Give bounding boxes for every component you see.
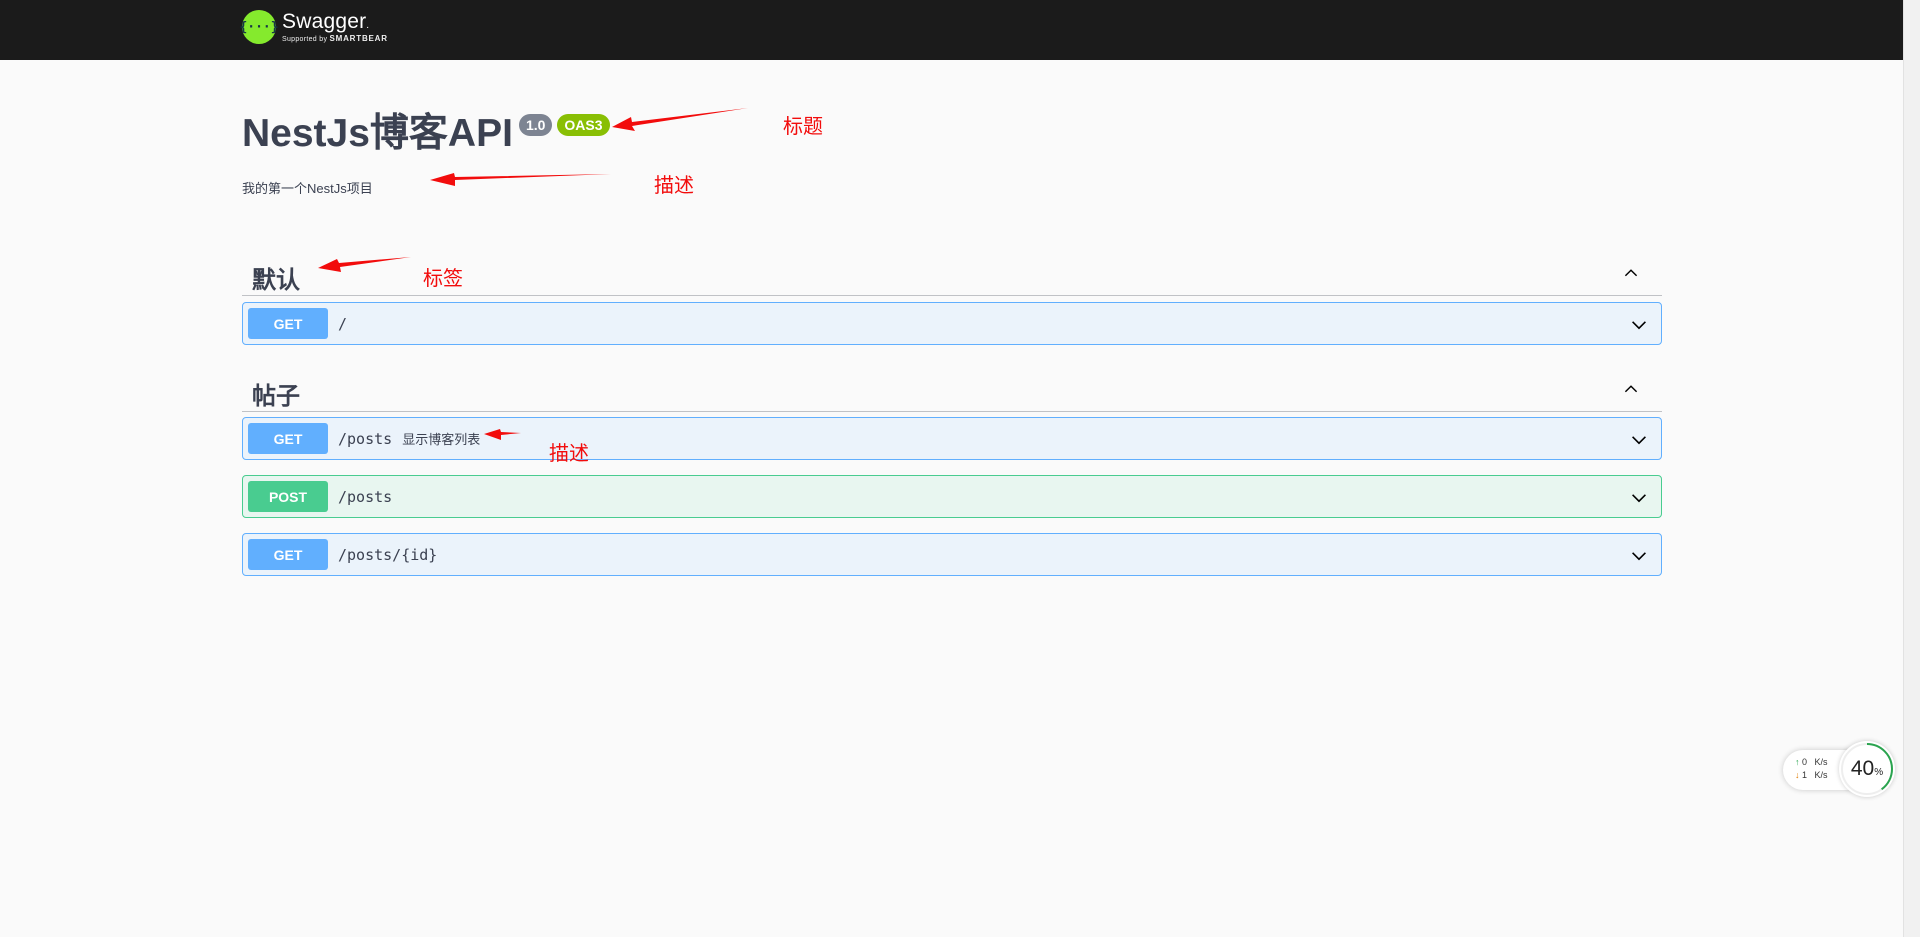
download-arrow-icon: ↓ xyxy=(1795,770,1800,780)
brand-sub-prefix: Supported by xyxy=(282,36,328,43)
method-badge: GET xyxy=(248,539,328,570)
swagger-logo-link[interactable]: {···} Swagger Supported by SMARTBEAR xyxy=(239,10,388,44)
annotation-tag-note: 标签 xyxy=(423,268,463,290)
brand-name: Swagger xyxy=(282,11,388,32)
api-title-row: NestJs博客API 1.0 OAS3 xyxy=(242,110,610,158)
operation-path: /posts/{id} xyxy=(338,545,438,564)
method-badge: GET xyxy=(248,308,328,339)
api-title: NestJs博客API xyxy=(242,112,513,155)
chevron-down-icon[interactable] xyxy=(1631,490,1647,506)
operation-path: /posts xyxy=(338,429,393,448)
brand-sub: Supported by SMARTBEAR xyxy=(282,34,388,44)
percent-unit: % xyxy=(1874,767,1884,778)
operation-path: / xyxy=(338,314,348,333)
percent-number: 40 xyxy=(1850,757,1875,780)
chevron-up-icon[interactable] xyxy=(1624,382,1638,396)
arrow-to-description xyxy=(430,173,611,186)
operation-get-post-by-id[interactable]: GET /posts/{id} xyxy=(242,533,1662,576)
api-description: 我的第一个NestJs项目 xyxy=(242,181,373,196)
percent-value: 40% xyxy=(1851,757,1883,781)
download-value: 1 xyxy=(1802,770,1808,780)
swagger-logo-icon: {···} xyxy=(239,10,279,44)
download-unit: K/s xyxy=(1814,770,1828,780)
annotation-title-note: 标题 xyxy=(783,116,823,138)
chevron-down-icon[interactable] xyxy=(1631,432,1647,448)
tag-name: 默认 xyxy=(252,267,300,294)
chevron-up-icon[interactable] xyxy=(1624,266,1638,280)
chevron-down-icon[interactable] xyxy=(1631,317,1647,333)
annotation-description-note: 描述 xyxy=(654,175,694,197)
brand-sub-name: SMARTBEAR xyxy=(329,34,388,43)
method-badge: GET xyxy=(248,423,328,454)
annotation-summary-note: 描述 xyxy=(549,443,589,465)
operation-post-posts[interactable]: POST /posts xyxy=(242,475,1662,518)
upload-unit: K/s xyxy=(1814,757,1828,767)
operation-summary: 显示博客列表 xyxy=(402,432,481,447)
page-scrollbar[interactable] xyxy=(1903,0,1920,937)
method-badge: POST xyxy=(248,481,328,512)
oas-badge: OAS3 xyxy=(557,114,610,136)
operation-get-root[interactable]: GET / xyxy=(242,302,1662,345)
version-badge: 1.0 xyxy=(518,114,553,136)
upload-arrow-icon: ↑ xyxy=(1795,757,1800,767)
arrow-to-title xyxy=(612,108,748,131)
chevron-down-icon[interactable] xyxy=(1631,548,1647,564)
upload-value: 0 xyxy=(1802,757,1808,767)
operation-get-posts[interactable]: GET /posts 显示博客列表 xyxy=(242,417,1662,460)
memory-usage-circle[interactable]: 40% xyxy=(1839,741,1895,797)
brand-text: Swagger Supported by SMARTBEAR xyxy=(282,11,388,43)
tag-section-posts[interactable]: 帖子 xyxy=(242,368,1662,412)
tag-name: 帖子 xyxy=(252,383,300,410)
topbar: {···} Swagger Supported by SMARTBEAR xyxy=(0,0,1903,60)
operation-path: /posts xyxy=(338,487,393,506)
